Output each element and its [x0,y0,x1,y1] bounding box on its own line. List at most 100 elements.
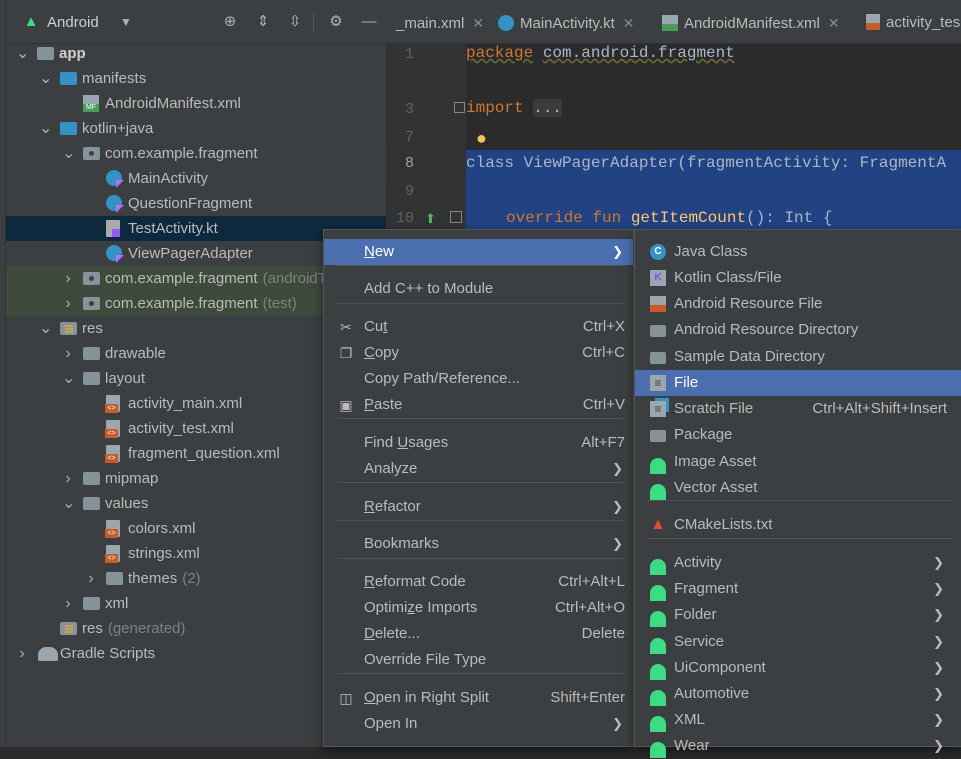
tree-item-label: TestActivity.kt [128,220,218,237]
context-menu-item-open-in-right-split[interactable]: ◫ Open in Right Split Shift+Enter [324,685,633,711]
project-view-selector[interactable]: Android [47,12,99,34]
menu-item-label: Java Class [674,243,748,260]
chevron-right-icon[interactable]: › [62,291,74,316]
fold-icon[interactable] [454,102,465,113]
new-menu-item-folder[interactable]: Folder ❯ [635,602,961,628]
context-menu-item-paste[interactable]: ▣ Paste Ctrl+V [324,392,633,418]
tree-item[interactable]: AndroidManifest.xml [6,91,386,116]
android-icon [650,716,666,732]
context-menu-item-refactor[interactable]: Refactor ❯ [324,494,633,520]
code-line-1[interactable]: package com.android.fragment [466,44,735,62]
tab-androidmanifest-xml[interactable]: AndroidManifest.xml ✕ [662,12,840,34]
context-menu-item-find-usages[interactable]: Find Usages Alt+F7 [324,430,633,456]
tree-item-label: Gradle Scripts [60,645,156,662]
chevron-right-icon[interactable]: › [16,641,28,666]
new-menu-item-image-asset[interactable]: Image Asset [635,449,961,475]
tree-item[interactable]: MainActivity [6,166,386,191]
context-menu-item-copy[interactable]: ❐ Copy Ctrl+C [324,340,633,366]
new-menu-item-file[interactable]: ≡ File [635,370,961,396]
new-menu-item-scratch-file[interactable]: ≡ Scratch File Ctrl+Alt+Shift+Insert [635,396,961,422]
code-line-10[interactable]: override fun getItemCount(): Int { [506,209,832,227]
new-menu-item-cmakelists-txt[interactable]: ▲ CMakeLists.txt [635,512,961,538]
fold-icon[interactable] [450,211,462,223]
new-menu-item-package[interactable]: Package [635,422,961,448]
code-line-8[interactable]: class ViewPagerAdapter(fragmentActivity:… [466,154,946,172]
context-menu-item-delete[interactable]: Delete... Delete [324,621,633,647]
new-menu-item-service[interactable]: Service ❯ [635,629,961,655]
new-menu-item-kotlin-class-file[interactable]: K Kotlin Class/File [635,265,961,291]
gear-icon[interactable]: ⚙ [325,11,347,33]
tree-item[interactable]: ⌄ manifests [6,66,386,91]
cut-icon: ✂ [340,319,352,335]
menu-separator [648,538,953,539]
new-menu-item-wear[interactable]: Wear ❯ [635,733,961,759]
chevron-down-icon[interactable]: ⌄ [62,141,75,166]
tab-mainactivity-kt[interactable]: MainActivity.kt ✕ [498,12,634,34]
chevron-down-icon[interactable]: ▼ [115,11,137,33]
new-menu-item-automotive[interactable]: Automotive ❯ [635,681,961,707]
context-menu-item-new[interactable]: New ❯ [324,239,633,265]
new-menu-item-vector-asset[interactable]: Vector Asset [635,475,961,501]
new-menu-item-activity[interactable]: Activity ❯ [635,550,961,576]
collapse-all-icon[interactable]: ⇳ [284,11,306,33]
folder-icon [83,347,100,360]
context-menu-item-open-in[interactable]: Open In ❯ [324,711,633,737]
menu-item-shortcut: Delete [581,625,625,642]
new-menu-item-fragment[interactable]: Fragment ❯ [635,576,961,602]
new-menu-item-uicomponent[interactable]: UiComponent ❯ [635,655,961,681]
tab-activity-test-xml[interactable]: activity_tes [866,12,960,34]
menu-item-label: Android Resource Directory [674,321,859,338]
chevron-right-icon[interactable]: › [62,266,74,291]
tree-item-suffix: (test) [262,295,297,312]
chevron-down-icon[interactable]: ⌄ [62,366,75,391]
new-menu-item-sample-data-directory[interactable]: Sample Data Directory [635,344,961,370]
res-folder-icon [60,322,77,335]
chevron-right-icon[interactable]: › [85,566,97,591]
tree-item[interactable]: QuestionFragment [6,191,386,216]
close-icon[interactable]: ✕ [472,15,484,31]
new-menu-item-android-resource-file[interactable]: Android Resource File [635,291,961,317]
close-icon[interactable]: ✕ [828,15,840,31]
chevron-down-icon[interactable]: ⌄ [16,41,29,66]
context-menu-item-add-c-to-module[interactable]: Add C++ to Module [324,276,633,302]
menu-item-shortcut: Ctrl+Alt+Shift+Insert [812,400,947,417]
lightbulb-icon[interactable]: ● [476,128,487,149]
menu-item-label: Paste [364,396,403,413]
menu-item-label: Find Usages [364,434,449,451]
tree-item[interactable]: ⌄ kotlin+java [6,116,386,141]
expand-all-icon[interactable]: ⇕ [252,11,274,33]
chevron-down-icon[interactable]: ⌄ [39,116,52,141]
file-icon: ≡ [650,375,666,391]
context-menu-item-analyze[interactable]: Analyze ❯ [324,456,633,482]
chevron-right-icon[interactable]: › [62,466,74,491]
chevron-down-icon[interactable]: ⌄ [62,491,75,516]
chevron-right-icon[interactable]: › [62,341,74,366]
context-menu-item-optimize-imports[interactable]: Optimize Imports Ctrl+Alt+O [324,595,633,621]
context-menu-item-cut[interactable]: ✂ Cut Ctrl+X [324,314,633,340]
context-menu-item-reformat-code[interactable]: Reformat Code Ctrl+Alt+L [324,569,633,595]
new-menu-item-java-class[interactable]: C Java Class [635,239,961,265]
override-marker-icon[interactable]: ⬆ [425,211,436,227]
chevron-down-icon[interactable]: ⌄ [39,66,52,91]
tree-item[interactable]: ⌄ com.example.fragment [6,141,386,166]
new-menu-item-android-resource-directory[interactable]: Android Resource Directory [635,317,961,343]
code-line-3[interactable]: import ... [466,99,563,117]
context-menu-item-bookmarks[interactable]: Bookmarks ❯ [324,531,633,557]
new-menu-item-xml[interactable]: XML ❯ [635,707,961,733]
context-menu-item-override-file-type[interactable]: Override File Type [324,647,633,673]
tree-item[interactable]: ⌄ app [6,41,386,66]
menu-item-shortcut: Ctrl+Alt+O [554,599,625,616]
menu-item-label: Analyze [364,460,418,477]
chevron-down-icon[interactable]: ⌄ [39,316,52,341]
menu-item-label: Open In [364,715,418,732]
values-xml-icon [105,545,120,563]
locate-icon[interactable]: ⊕ [219,11,241,33]
menu-item-label: Cut [364,318,388,335]
tab-activity-main-xml[interactable]: _main.xml ✕ [396,12,484,34]
menu-item-label: Fragment [674,580,739,597]
close-icon[interactable]: ✕ [623,15,635,31]
minimize-icon[interactable]: — [358,11,380,33]
context-menu-item-copy-path-reference[interactable]: Copy Path/Reference... [324,366,633,392]
source-folder-icon [60,122,77,135]
chevron-right-icon[interactable]: › [62,591,74,616]
